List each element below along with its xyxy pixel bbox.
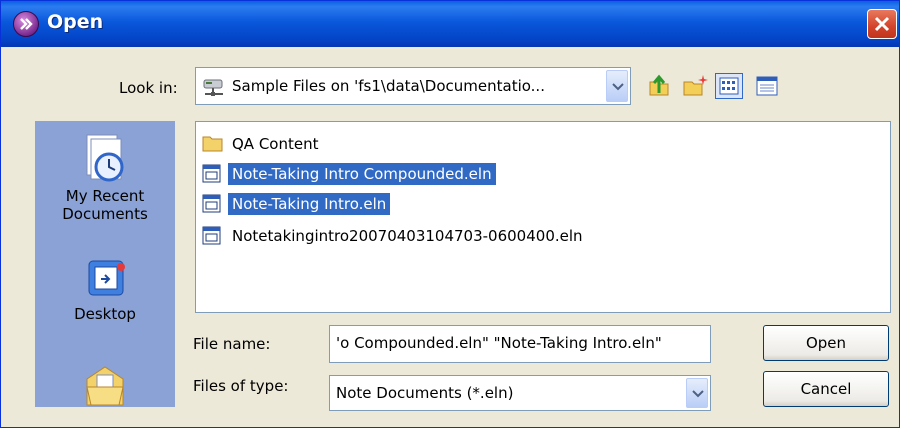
folder-icon (202, 136, 223, 152)
files-of-type-dropdown-button[interactable] (686, 378, 708, 408)
file-list[interactable]: QA Content Note-Taking Intro Compounded.… (195, 121, 891, 313)
eln-document-icon (202, 164, 221, 183)
open-button[interactable]: Open (763, 325, 889, 361)
my-documents-icon (86, 366, 124, 406)
view-menu-icon (719, 77, 739, 95)
look-in-value: Sample Files on 'fs1\data\Documentatio..… (232, 77, 545, 95)
place-desktop[interactable]: Desktop (35, 255, 175, 323)
up-folder-icon (649, 74, 669, 96)
view-menu-button[interactable] (715, 73, 743, 99)
open-dialog: Open Look in: Sample Files on 'fs1\data\… (0, 0, 900, 428)
file-name: QA Content (232, 135, 319, 153)
close-button[interactable] (867, 9, 897, 39)
desktop-icon (88, 260, 125, 296)
eln-document-icon (202, 226, 221, 245)
cancel-button[interactable]: Cancel (763, 371, 889, 407)
files-of-type-value: Note Documents (*.eln) (336, 384, 514, 402)
look-in-dropdown-button[interactable] (606, 70, 628, 102)
file-name-value: 'o Compounded.eln" "Note-Taking Intro.el… (336, 334, 662, 352)
place-label: Desktop (74, 305, 136, 323)
places-bar: My Recent Documents Desktop (35, 121, 175, 407)
recent-documents-icon (86, 134, 124, 182)
eln-document-icon (202, 194, 221, 213)
chevron-down-icon (692, 390, 704, 398)
files-of-type-dropdown[interactable]: Note Documents (*.eln) (329, 375, 711, 411)
place-my-documents[interactable] (35, 361, 175, 407)
up-folder-button[interactable] (645, 73, 673, 99)
new-folder-icon (683, 75, 708, 96)
window-title: Open (47, 11, 104, 33)
look-in-dropdown[interactable]: Sample Files on 'fs1\data\Documentatio..… (195, 67, 631, 105)
file-name-input[interactable]: 'o Compounded.eln" "Note-Taking Intro.el… (329, 325, 711, 363)
look-in-label: Look in: (119, 79, 178, 97)
file-name-label: File name: (193, 335, 271, 353)
file-name: Note-Taking Intro Compounded.eln (228, 163, 496, 185)
place-label: My Recent Documents (62, 187, 148, 223)
files-of-type-label: Files of type: (193, 377, 289, 395)
network-drive-icon (202, 76, 228, 102)
details-view-icon (756, 76, 778, 96)
close-icon (874, 16, 890, 32)
file-name: Notetakingintro20070403104703-0600400.el… (232, 227, 583, 245)
details-view-button[interactable] (753, 73, 781, 99)
file-name: Note-Taking Intro.eln (228, 193, 391, 215)
title-bar[interactable]: Open (1, 1, 899, 47)
new-folder-button[interactable] (681, 73, 709, 99)
open-dialog-icon (13, 11, 39, 37)
place-my-recent-documents[interactable]: My Recent Documents (35, 131, 175, 223)
chevron-down-icon (612, 83, 624, 91)
